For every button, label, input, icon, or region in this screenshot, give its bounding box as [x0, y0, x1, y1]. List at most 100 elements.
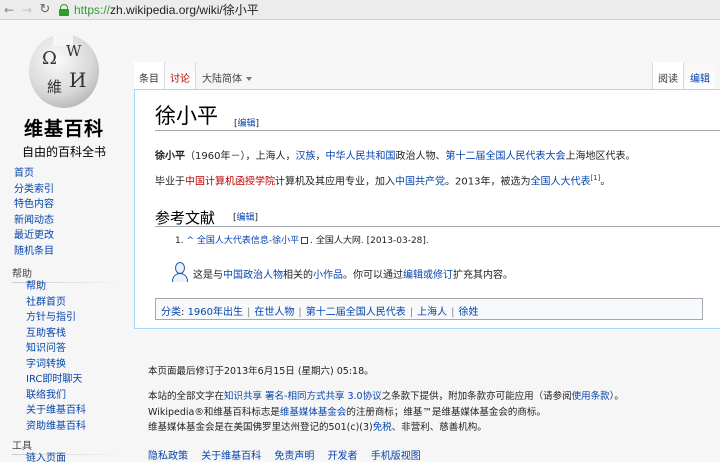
tax-exempt-link[interactable]: 免税 — [373, 422, 392, 433]
link-npc-deputy[interactable]: 全国人大代表 — [530, 176, 590, 187]
page-title: 徐小平 — [155, 104, 218, 128]
lock-icon — [58, 3, 70, 16]
wikimedia-foundation-link[interactable]: 维基媒体基金会 — [280, 407, 347, 418]
tab-edit[interactable]: 编辑 — [685, 62, 715, 90]
bio-text-2: 计算机及其应用专业，加入 — [275, 176, 395, 188]
link-cpc[interactable]: 中国共产党 — [395, 176, 445, 187]
terms-of-use-link[interactable]: 使用条款 — [572, 391, 610, 402]
category-link[interactable]: 上海人 — [417, 307, 447, 318]
sidebar-item-reference-desk[interactable]: 知识问答 — [26, 341, 86, 357]
tab-talk[interactable]: 讨论 — [165, 62, 196, 90]
footer-links: 隐私政策 关于维基百科 免责声明 开发者 手机版视图 — [148, 447, 431, 462]
url-path: zh.wikipedia.org/wiki/徐小平 — [110, 3, 259, 17]
sidebar-item-home[interactable]: 首页 — [14, 166, 54, 182]
reference-backlink[interactable]: ^ — [186, 236, 194, 246]
sidebar-item-policy[interactable]: 方针与指引 — [26, 310, 86, 326]
variant-dropdown[interactable]: 大陆简体 — [197, 62, 257, 90]
license-notice: 本站的全部文字在知识共享 署名-相同方式共享 3.0协议之条款下提供，附加条款亦… — [148, 388, 624, 402]
category-box: 分类: 1960年出生 | 在世人物 | 第十二届全国人民代表 | 上海人 | 徐姓 — [155, 298, 703, 320]
browser-toolbar: ← → ↻ https://zh.wikipedia.org/wiki/徐小平 — [0, 0, 720, 20]
bio-text-3: 。2013年，被选为 — [445, 176, 531, 188]
title-edit-section: [编辑] — [234, 119, 260, 129]
references-edit-section: [编辑] — [233, 213, 259, 223]
subject-name: 徐小平 — [155, 151, 185, 162]
intro-paragraph: 徐小平（1960年－），上海人，汉族，中华人民共和国政治人物、第十二届全国人民代… — [155, 150, 635, 164]
intro-text-4: 上海地区代表。 — [565, 151, 636, 162]
reference-marker[interactable]: [1] — [590, 174, 600, 182]
logo-title: 维基百科 — [23, 118, 104, 140]
foundation-text-2: 、非营利、慈善机构。 — [391, 422, 487, 433]
sidebar-item-village-pump[interactable]: 互助客栈 — [26, 326, 86, 342]
sidebar-item-community[interactable]: 社群首页 — [26, 295, 86, 311]
references-divider — [155, 226, 720, 227]
sidebar-item-donate[interactable]: 资助维基百科 — [26, 419, 86, 435]
disclaimer-link[interactable]: 免责声明 — [274, 451, 314, 462]
reload-icon[interactable]: ↻ — [36, 1, 54, 19]
sidebar-item-irc[interactable]: IRC即时聊天 — [26, 372, 86, 388]
reference-item: 1. ^ 全国人大代表信息-徐小平 . 全国人大网. [2013-03-28]. — [175, 233, 429, 246]
link-stub[interactable]: 小作品 — [313, 270, 343, 281]
stub-text-4: 扩充其内容。 — [453, 270, 513, 281]
category-link[interactable]: 徐姓 — [459, 307, 479, 318]
developers-link[interactable]: 开发者 — [328, 451, 358, 462]
sidebar-item-contact[interactable]: 联络我们 — [26, 388, 86, 404]
forward-arrow-icon[interactable]: → — [18, 1, 36, 19]
category-link[interactable]: 1960年出生 — [188, 307, 243, 318]
references-edit-link[interactable]: 编辑 — [237, 213, 255, 223]
reference-source: . 全国人大网. [2013-03-28]. — [310, 236, 429, 246]
sidebar-item-recent-changes[interactable]: 最近更改 — [14, 228, 54, 244]
reference-number: 1. — [175, 236, 184, 246]
intro-text-2: ， — [315, 151, 326, 162]
sidebar-help-list: 帮助 社群首页 方针与指引 互助客栈 知识问答 字词转换 IRC即时聊天 联络我… — [26, 279, 86, 434]
intro-text-1: （1960年－），上海人， — [185, 151, 296, 162]
sidebar-item-featured[interactable]: 特色内容 — [14, 197, 54, 213]
stub-text-1: 这是与 — [193, 270, 223, 281]
trademark-notice: Wikipedia®和维基百科标志是维基媒体基金会的注册商标；维基™是维基媒体基… — [148, 404, 546, 418]
link-edit-or-revise[interactable]: 编辑或修订 — [403, 270, 453, 281]
wikipedia-logo[interactable]: ΩWИ維 维基百科 自由的百科全书 — [14, 34, 114, 174]
category-link[interactable]: 在世人物 — [254, 307, 294, 318]
categories-label[interactable]: 分类 — [161, 307, 181, 318]
page-tabs: 条目 讨论 大陆简体 阅读 编辑 — [134, 62, 720, 90]
external-link-icon — [301, 237, 309, 244]
stub-notice: 这是与中国政治人物相关的小作品。你可以通过编辑或修订扩充其内容。 — [193, 266, 513, 281]
puzzle-globe-icon: ΩWИ維 — [29, 34, 99, 108]
sidebar-item-categories[interactable]: 分类索引 — [14, 182, 54, 198]
license-text-3: ）。 — [609, 391, 624, 402]
tab-read[interactable]: 阅读 — [652, 62, 684, 90]
bio-text-1: 毕业于 — [155, 176, 185, 188]
link-npc-12[interactable]: 第十二届全国人民代表大会 — [445, 151, 565, 162]
foundation-text-1: 维基媒体基金会是在美国佛罗里达州登记的501(c)(3) — [148, 422, 373, 433]
category-link[interactable]: 第十二届全国人民代表 — [306, 307, 406, 318]
title-divider — [155, 130, 720, 131]
back-arrow-icon[interactable]: ← — [0, 1, 18, 19]
mobile-view-link[interactable]: 手机版视图 — [371, 451, 421, 462]
about-wikipedia-link[interactable]: 关于维基百科 — [201, 451, 261, 462]
bio-text-4: 。 — [600, 176, 611, 188]
link-chinese-politicians[interactable]: 中国政治人物 — [223, 270, 283, 281]
sidebar-item-conversion[interactable]: 字词转换 — [26, 357, 86, 373]
sidebar-item-random[interactable]: 随机条目 — [14, 244, 54, 260]
sidebar-item-what-links-here[interactable]: 链入页面 — [26, 451, 66, 462]
sidebar-item-about[interactable]: 关于维基百科 — [26, 403, 86, 419]
link-han[interactable]: 汉族 — [295, 151, 315, 162]
references-heading: 参考文献 — [155, 209, 216, 227]
sidebar-item-news[interactable]: 新闻动态 — [14, 213, 54, 229]
stub-text-3: 。你可以通过 — [343, 270, 403, 281]
link-computer-college[interactable]: 中国计算机函授学院 — [185, 176, 275, 187]
intro-text-3: 政治人物、 — [395, 151, 446, 162]
sidebar-nav: 首页 分类索引 特色内容 新闻动态 最近更改 随机条目 — [14, 166, 54, 259]
link-prc[interactable]: 中华人民共和国 — [325, 151, 395, 162]
logo-subtitle: 自由的百科全书 — [21, 145, 106, 159]
tab-article[interactable]: 条目 — [134, 62, 165, 90]
sidebar-item-help[interactable]: 帮助 — [26, 279, 86, 295]
license-link[interactable]: 知识共享 署名-相同方式共享 3.0协议 — [224, 391, 382, 402]
variant-label: 大陆简体 — [202, 74, 242, 85]
title-edit-link[interactable]: 编辑 — [238, 119, 256, 129]
foundation-notice: 维基媒体基金会是在美国佛罗里达州登记的501(c)(3)免税、非营利、慈善机构。 — [148, 419, 487, 433]
address-bar[interactable]: https://zh.wikipedia.org/wiki/徐小平 — [58, 2, 259, 18]
privacy-policy-link[interactable]: 隐私政策 — [148, 451, 188, 462]
reference-link[interactable]: 全国人大代表信息-徐小平 — [197, 236, 299, 246]
sidebar-tools-list: 链入页面 — [26, 451, 66, 462]
article-content: 徐小平 [编辑] 徐小平（1960年－），上海人，汉族，中华人民共和国政治人物、… — [134, 89, 720, 329]
